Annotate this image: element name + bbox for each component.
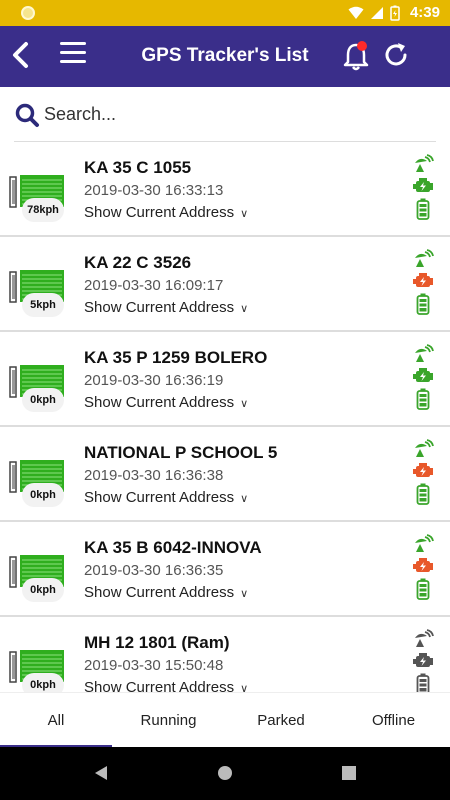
nav-home-icon[interactable]	[216, 764, 234, 782]
gps-satellite-icon	[415, 439, 434, 457]
speed-badge: 0kph	[22, 673, 64, 692]
show-address-toggle[interactable]: Show Current Address ∨	[84, 584, 248, 601]
address-label: Show Current Address	[84, 299, 235, 316]
tracker-row[interactable]: 0kph NATIONAL P SCHOOL 5 2019-03-30 16:3…	[0, 427, 450, 522]
last-update-timestamp: 2019-03-30 16:36:19	[84, 372, 224, 389]
last-update-timestamp: 2019-03-30 16:09:17	[84, 277, 224, 294]
address-label: Show Current Address	[84, 394, 235, 411]
vehicle-name: KA 35 C 1055	[84, 158, 192, 177]
search-icon	[15, 103, 39, 127]
tracker-row[interactable]: 0kph KA 35 P 1259 BOLERO 2019-03-30 16:3…	[0, 332, 450, 427]
show-address-toggle[interactable]: Show Current Address ∨	[84, 394, 248, 411]
vehicle-name: NATIONAL P SCHOOL 5	[84, 443, 278, 462]
chevron-down-icon: ∨	[240, 303, 249, 315]
wifi-icon	[348, 6, 364, 19]
vehicle-name: KA 35 P 1259 BOLERO	[84, 348, 268, 367]
gps-satellite-icon	[415, 344, 434, 362]
search-input[interactable]	[44, 99, 424, 129]
engine-icon	[413, 178, 433, 192]
battery-level-icon	[416, 578, 430, 600]
battery-icon	[390, 5, 400, 21]
gps-satellite-icon	[415, 629, 434, 647]
tracker-row[interactable]: 78kph KA 35 C 1055 2019-03-30 16:33:13 S…	[0, 142, 450, 237]
chevron-down-icon: ∨	[240, 588, 249, 600]
tab-all[interactable]: All	[0, 693, 112, 748]
address-label: Show Current Address	[84, 584, 235, 601]
battery-level-icon	[416, 673, 430, 692]
status-icons	[410, 439, 436, 511]
status-icons	[410, 534, 436, 606]
engine-icon	[413, 463, 433, 477]
address-label: Show Current Address	[84, 489, 235, 506]
gps-satellite-icon	[415, 534, 434, 552]
address-label: Show Current Address	[84, 679, 235, 692]
chevron-down-icon: ∨	[240, 493, 249, 505]
last-update-timestamp: 2019-03-30 16:33:13	[84, 182, 224, 199]
show-address-toggle[interactable]: Show Current Address ∨	[84, 204, 248, 221]
status-icons	[410, 629, 436, 692]
tracker-row[interactable]: 0kph MH 12 1801 (Ram) 2019-03-30 15:50:4…	[0, 617, 450, 692]
speed-badge: 0kph	[22, 483, 64, 507]
engine-icon	[413, 653, 433, 667]
nav-recents-icon[interactable]	[340, 764, 358, 782]
tab-running[interactable]: Running	[113, 693, 225, 748]
engine-icon	[413, 368, 433, 382]
chevron-down-icon: ∨	[240, 398, 249, 410]
battery-level-icon	[416, 483, 430, 505]
status-icons	[410, 249, 436, 321]
engine-icon	[413, 273, 433, 287]
vehicle-name: KA 22 C 3526	[84, 253, 192, 272]
chevron-down-icon: ∨	[240, 208, 249, 220]
speed-badge: 0kph	[22, 388, 64, 412]
gps-satellite-icon	[415, 249, 434, 267]
filter-tabs: All Running Parked Offline	[0, 692, 450, 748]
address-label: Show Current Address	[84, 204, 235, 221]
vehicle-name: MH 12 1801 (Ram)	[84, 633, 230, 652]
notification-dot-icon	[21, 6, 35, 20]
status-icons	[410, 344, 436, 416]
system-nav-bar	[0, 747, 450, 800]
app-bar: GPS Tracker's List	[0, 26, 450, 87]
refresh-icon[interactable]	[381, 40, 411, 70]
tracker-list[interactable]: 78kph KA 35 C 1055 2019-03-30 16:33:13 S…	[0, 142, 450, 692]
last-update-timestamp: 2019-03-30 15:50:48	[84, 657, 224, 674]
vehicle-name: KA 35 B 6042-INNOVA	[84, 538, 262, 557]
last-update-timestamp: 2019-03-30 16:36:38	[84, 467, 224, 484]
speed-badge: 78kph	[22, 198, 64, 222]
gps-satellite-icon	[415, 154, 434, 172]
tracker-row[interactable]: 5kph KA 22 C 3526 2019-03-30 16:09:17 Sh…	[0, 237, 450, 332]
show-address-toggle[interactable]: Show Current Address ∨	[84, 489, 248, 506]
battery-level-icon	[416, 293, 430, 315]
last-update-timestamp: 2019-03-30 16:36:35	[84, 562, 224, 579]
show-address-toggle[interactable]: Show Current Address ∨	[84, 679, 248, 692]
tab-parked[interactable]: Parked	[225, 693, 337, 748]
nav-back-icon[interactable]	[92, 764, 110, 782]
engine-icon	[413, 558, 433, 572]
search-bar	[0, 87, 450, 142]
clock: 4:39	[409, 4, 440, 21]
chevron-down-icon: ∨	[240, 683, 249, 692]
battery-level-icon	[416, 198, 430, 220]
speed-badge: 0kph	[22, 578, 64, 602]
battery-level-icon	[416, 388, 430, 410]
status-bar: 4:39	[0, 0, 450, 26]
tracker-row[interactable]: 0kph KA 35 B 6042-INNOVA 2019-03-30 16:3…	[0, 522, 450, 617]
notification-badge	[357, 41, 367, 51]
signal-icon	[370, 6, 383, 19]
bell-icon[interactable]	[342, 40, 370, 72]
status-icons	[410, 154, 436, 226]
tab-offline[interactable]: Offline	[338, 693, 450, 748]
speed-badge: 5kph	[22, 293, 64, 317]
show-address-toggle[interactable]: Show Current Address ∨	[84, 299, 248, 316]
